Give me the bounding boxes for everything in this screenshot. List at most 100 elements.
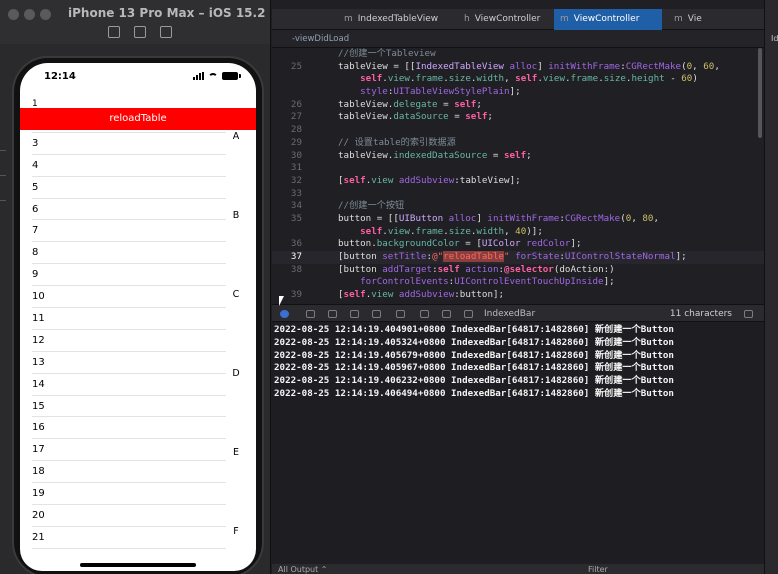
code-line[interactable]: 25 tableView = [[IndexedTableView alloc] … [272,61,764,74]
code-line[interactable]: 30 tableView.indexedDataSource = self; [272,150,764,163]
code-line[interactable]: forControlEvents:UIControlEventTouchUpIn… [272,276,764,289]
location-icon[interactable] [464,310,473,318]
table-row[interactable]: 10 [32,286,226,309]
code-text: [self.view addSubview:button]; [338,289,505,301]
filter-field[interactable]: Filter [588,564,608,574]
table-row[interactable]: 3 [32,133,226,155]
table-row[interactable]: 4 [32,155,226,177]
file-type-icon: m [560,14,569,24]
tab-label: IndexedTableView [357,14,439,24]
reload-table-button[interactable]: reloadTable [20,108,256,130]
jump-bar[interactable]: -viewDidLoad [272,30,764,48]
code-line[interactable]: 36 button.backgroundColor = [UIColor redC… [272,238,764,251]
index-letter[interactable]: B [230,210,242,221]
index-bar[interactable]: A B C D E F [230,63,242,571]
line-number: 35 [290,212,302,224]
editor-tab[interactable]: m IndexedTableView [338,9,458,30]
table-row[interactable]: 20 [32,505,226,527]
table-row[interactable]: 13 [32,352,226,374]
code-line[interactable]: 28 [272,124,764,137]
split-console-icon[interactable] [744,310,753,318]
table-row[interactable]: 17 [32,439,226,462]
console-filter-bar: All Output ⌃ Filter [272,564,764,574]
screenshot-icon[interactable] [134,26,146,38]
code-editor[interactable]: //创建一个Tableview 25 tableView = [[IndexedTa… [272,48,764,304]
table-row[interactable]: 5 [32,177,226,199]
close-window-button[interactable] [8,9,19,20]
table-row[interactable]: 12 [32,330,226,352]
tab-label: ViewController [474,14,541,24]
code-text: tableView = [[IndexedTableView alloc] in… [338,60,720,72]
code-text: [self.view addSubview:tableView]; [338,174,521,186]
device-screen[interactable]: 12:14 123456789101112131415161718192021 … [20,63,256,571]
table-view[interactable]: 123456789101112131415161718192021 [20,97,256,549]
editor-tab[interactable]: h ViewController [458,9,554,30]
simulator-window: iPhone 13 Pro Max – iOS 15.2 12:14 12 345… [0,0,271,574]
simulator-title: iPhone 13 Pro Max – iOS 15.2 [68,6,266,20]
log-line: 2022-08-25 12:14:19.404901+0800 IndexedB… [274,324,674,335]
code-line[interactable]: self.view.frame.size.width, 40)]; [272,226,764,239]
line-number: 26 [290,98,302,110]
table-row[interactable]: 7 [32,220,226,243]
index-letter[interactable]: A [230,131,242,142]
line-number: 27 [290,111,302,123]
table-row[interactable]: 8 [32,242,226,265]
pause-icon[interactable] [306,310,315,318]
hide-debug-icon[interactable] [280,310,289,318]
table-row[interactable]: 6 [32,199,226,221]
inspector-mark: Id [771,34,778,43]
step-in-icon[interactable] [350,310,359,318]
environment-icon[interactable] [442,310,451,318]
home-indicator[interactable] [80,563,196,567]
log-line: 2022-08-25 12:14:19.405324+0800 IndexedB… [274,336,674,348]
function-jump[interactable]: -viewDidLoad [292,34,349,44]
editor-scrollbar[interactable] [758,48,762,138]
code-line[interactable]: 34 //创建一个按钮 [272,200,764,213]
editor-tab[interactable]: m ViewController [554,9,662,30]
step-over-icon[interactable] [328,310,337,318]
step-out-icon[interactable] [372,310,381,318]
table-row[interactable]: 14 [32,374,226,396]
code-line[interactable]: 33 [272,188,764,201]
home-icon[interactable] [108,26,120,38]
code-line[interactable]: 32 [self.view addSubview:tableView]; [272,175,764,188]
code-text: tableView.indexedDataSource = self; [338,149,532,161]
log-line: 2022-08-25 12:14:19.406232+0800 IndexedB… [274,375,674,387]
index-letter[interactable]: F [230,526,242,537]
code-line[interactable]: 35 button = [[UIButton alloc] initWithFra… [272,213,764,226]
side-marks [0,150,8,225]
table-row[interactable]: 21 [32,527,226,549]
index-letter[interactable]: D [230,368,242,379]
table-row[interactable]: 11 [32,308,226,330]
code-line[interactable]: self.view.frame.size.width, self.view.fr… [272,73,764,86]
output-selector[interactable]: All Output ⌃ [278,565,328,574]
code-line[interactable]: //创建一个Tableview [272,48,764,61]
code-line[interactable]: 37 [button setTitle:@"reloadTable" forSta… [272,251,764,264]
code-line[interactable]: 26 tableView.delegate = self; [272,99,764,112]
line-number: 39 [290,289,302,301]
code-line[interactable]: 27 tableView.dataSource = self; [272,111,764,124]
console-output[interactable]: 2022-08-25 12:14:19.404901+0800 IndexedB… [272,322,764,564]
index-letter[interactable]: E [230,447,242,458]
code-line[interactable]: 31 [272,162,764,175]
zoom-window-button[interactable] [40,9,51,20]
table-row[interactable]: 15 [32,396,226,418]
table-row[interactable]: 19 [32,483,226,506]
code-line[interactable]: 38 [button addTarget:self action:@selecto… [272,264,764,277]
code-text: button = [[UIButton alloc] initWithFrame… [338,212,660,224]
minimize-window-button[interactable] [24,9,35,20]
code-line[interactable]: style:UITableViewStylePlain]; [272,86,764,99]
code-text: tableView.delegate = self; [338,98,482,110]
debug-target[interactable]: IndexedBar [484,305,535,323]
table-row[interactable]: 16 [32,417,226,440]
code-line[interactable]: 29 // 设置table的索引数据源 [272,137,764,150]
table-row[interactable]: 18 [32,461,226,484]
table-row[interactable]: 9 [32,264,226,287]
editor-tab[interactable]: m Vie [668,9,748,30]
view-debugger-icon[interactable] [396,310,405,318]
code-line[interactable]: 39 [self.view addSubview:button]; [272,289,764,302]
code-text: forControlEvents:UIControlEventTouchUpIn… [360,276,615,288]
index-letter[interactable]: C [230,289,242,300]
memory-graph-icon[interactable] [420,310,429,318]
rotate-icon[interactable] [160,26,172,38]
